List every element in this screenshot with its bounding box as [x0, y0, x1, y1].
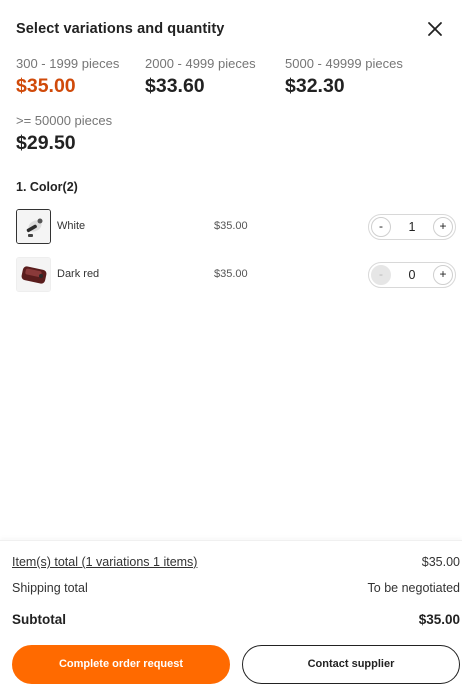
product-image [17, 258, 50, 291]
items-total-row: Item(s) total (1 variations 1 items) $35… [12, 555, 460, 571]
items-total-value: $35.00 [421, 555, 460, 569]
tier-price: $33.60 [145, 75, 205, 97]
tier-price: $32.30 [285, 75, 345, 97]
dialog-title: Select variations and quantity [16, 21, 225, 37]
price-tier-1: 300 - 1999 pieces $35.00 [16, 56, 119, 98]
close-icon[interactable] [424, 18, 446, 40]
quantity-stepper: - 0 + [368, 262, 456, 288]
tier-price: $29.50 [16, 132, 76, 154]
variation-price: $35.00 [214, 220, 248, 232]
price-tier-3: 5000 - 49999 pieces $32.30 [285, 56, 403, 98]
shipping-total-row: Shipping total To be negotiated [12, 581, 460, 597]
price-tier-4: >= 50000 pieces $29.50 [16, 113, 112, 155]
contact-supplier-button[interactable]: Contact supplier [242, 645, 460, 684]
color-section-label: 1. Color(2) [16, 180, 78, 194]
product-image [17, 210, 50, 243]
decrease-quantity-button[interactable]: - [371, 265, 391, 285]
quantity-stepper: - 1 + [368, 214, 456, 240]
variation-thumbnail-white[interactable] [16, 209, 51, 244]
shipping-total-label: Shipping total [12, 581, 88, 595]
variation-thumbnail-dark-red[interactable] [16, 257, 51, 292]
complete-order-request-button[interactable]: Complete order request [12, 645, 230, 684]
subtotal-label: Subtotal [12, 612, 66, 627]
quantity-value[interactable]: 1 [393, 220, 431, 234]
variation-name: White [57, 220, 86, 232]
items-total-link[interactable]: Item(s) total (1 variations 1 items) [12, 555, 197, 569]
increase-quantity-button[interactable]: + [433, 265, 453, 285]
subtotal-value: $35.00 [418, 612, 460, 627]
tier-quantity-range: 5000 - 49999 pieces [285, 56, 403, 71]
variation-row-dark-red: Dark red $35.00 - 0 + [16, 257, 456, 293]
decrease-quantity-button[interactable]: - [371, 217, 391, 237]
subtotal-row: Subtotal $35.00 [12, 612, 460, 628]
price-tier-2: 2000 - 4999 pieces $33.60 [145, 56, 256, 98]
dialog-header: Select variations and quantity [16, 21, 446, 41]
tier-price: $35.00 [16, 75, 76, 97]
quantity-value[interactable]: 0 [393, 268, 431, 282]
variation-name: Dark red [57, 268, 100, 280]
increase-quantity-button[interactable]: + [433, 217, 453, 237]
tier-quantity-range: 2000 - 4999 pieces [145, 56, 256, 71]
variation-price: $35.00 [214, 268, 248, 280]
tier-quantity-range: 300 - 1999 pieces [16, 56, 120, 71]
shipping-total-value: To be negotiated [367, 581, 460, 595]
variation-row-white: White $35.00 - 1 + [16, 209, 456, 245]
tier-quantity-range: >= 50000 pieces [16, 113, 113, 128]
